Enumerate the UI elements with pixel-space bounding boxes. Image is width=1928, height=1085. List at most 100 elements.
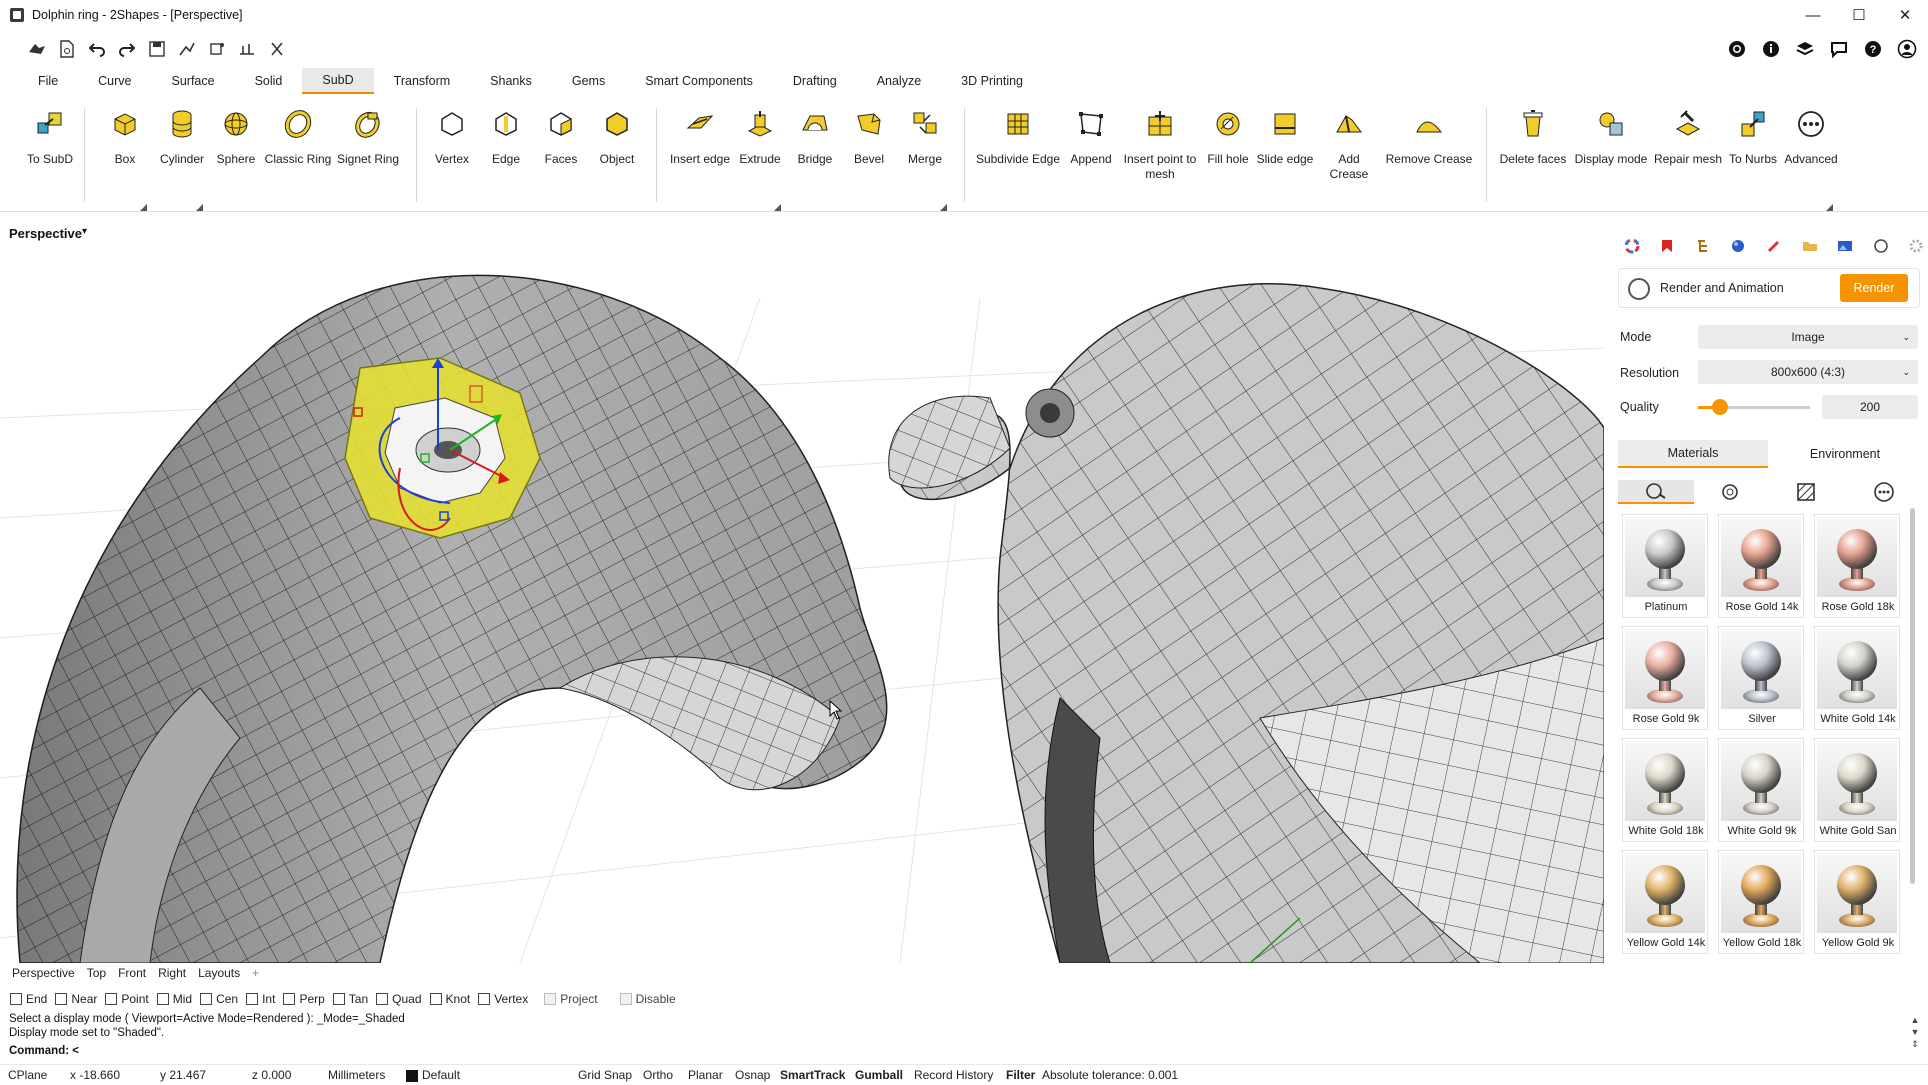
material-swatch[interactable]: Rose Gold 14k xyxy=(1718,514,1804,618)
redo-icon[interactable] xyxy=(112,34,142,64)
material-swatch[interactable]: Platinum xyxy=(1622,514,1708,618)
tab-materials[interactable]: Materials xyxy=(1618,440,1768,468)
render-circle-icon[interactable] xyxy=(1869,236,1893,256)
checkbox[interactable] xyxy=(246,993,259,1005)
material-swatch[interactable]: Yellow Gold 9k xyxy=(1814,850,1900,954)
cylinder-expand-icon[interactable] xyxy=(196,204,203,211)
tab-file[interactable]: File xyxy=(0,68,78,94)
tab-perspective[interactable]: Perspective xyxy=(6,966,81,980)
checkbox[interactable] xyxy=(544,993,557,1005)
smarttrack-toggle[interactable]: SmartTrack xyxy=(780,1068,845,1082)
texture-icon[interactable] xyxy=(1788,480,1824,504)
tab-right[interactable]: Right xyxy=(152,966,192,980)
osnap-vertex[interactable]: Vertex xyxy=(478,992,528,1006)
cylinder-button[interactable]: Cylinder xyxy=(154,106,210,206)
remove-crease-button[interactable]: Remove Crease xyxy=(1384,106,1474,206)
materials-scrollbar[interactable] xyxy=(1910,508,1915,884)
signet-ring-button[interactable]: Signet Ring xyxy=(334,106,402,206)
viewport-menu-arrow-icon[interactable]: ▾ xyxy=(82,226,87,237)
image-icon[interactable] xyxy=(1833,236,1857,256)
osnap-mid[interactable]: Mid xyxy=(156,992,192,1006)
new-icon[interactable] xyxy=(52,34,82,64)
osnap-cen[interactable]: Cen xyxy=(200,992,238,1006)
repair-mesh-button[interactable]: Repair mesh xyxy=(1652,106,1724,206)
extrude-expand-icon[interactable] xyxy=(774,204,781,211)
fill-hole-button[interactable]: Fill hole xyxy=(1202,106,1254,206)
mode-select[interactable]: Image ⌄ xyxy=(1698,325,1918,349)
save-icon[interactable] xyxy=(142,34,172,64)
gear-icon[interactable] xyxy=(1905,236,1928,256)
tab-environment[interactable]: Environment xyxy=(1770,440,1920,468)
merge-expand-icon[interactable] xyxy=(940,204,947,211)
planar-toggle[interactable]: Planar xyxy=(688,1068,723,1082)
viewport-canvas[interactable] xyxy=(0,218,1604,963)
material-swatch[interactable]: Rose Gold 18k xyxy=(1814,514,1900,618)
checkbox[interactable] xyxy=(429,993,442,1005)
gumball-toggle[interactable]: Gumball xyxy=(855,1068,903,1082)
checkbox[interactable] xyxy=(619,993,632,1005)
checkbox[interactable] xyxy=(55,993,68,1005)
material-swatch[interactable]: Yellow Gold 14k xyxy=(1622,850,1708,954)
record-icon[interactable] xyxy=(1722,34,1752,64)
tree-icon[interactable] xyxy=(1691,236,1715,256)
vertex-button[interactable]: Vertex xyxy=(428,106,476,206)
maximize-button[interactable]: ☐ xyxy=(1836,0,1882,30)
viewport-label[interactable]: Perspective xyxy=(9,226,82,241)
tab-gems[interactable]: Gems xyxy=(552,68,625,94)
open-icon[interactable] xyxy=(22,34,52,64)
osnap-quad[interactable]: Quad xyxy=(376,992,422,1006)
object-button[interactable]: Object xyxy=(590,106,644,206)
settings-icon[interactable] xyxy=(232,34,262,64)
options-icon[interactable] xyxy=(262,34,292,64)
sphere-material-icon[interactable] xyxy=(1727,236,1751,256)
advanced-expand-icon[interactable] xyxy=(1826,204,1833,211)
osnap-near[interactable]: Near xyxy=(55,992,97,1006)
layer-indicator[interactable]: Default xyxy=(422,1068,460,1082)
tab-drafting[interactable]: Drafting xyxy=(773,68,857,94)
help-icon[interactable]: ? xyxy=(1858,34,1888,64)
checkbox[interactable] xyxy=(200,993,213,1005)
bevel-button[interactable]: Bevel xyxy=(844,106,894,206)
osnap-int[interactable]: Int xyxy=(246,992,275,1006)
tab-analyze[interactable]: Analyze xyxy=(857,68,941,94)
grid-snap-toggle[interactable]: Grid Snap xyxy=(578,1068,632,1082)
box-button[interactable]: Box xyxy=(100,106,150,206)
to-subd-button[interactable]: To SubD xyxy=(22,106,78,206)
checkbox[interactable] xyxy=(478,993,491,1005)
tab-shanks[interactable]: Shanks xyxy=(470,68,552,94)
brush-icon[interactable] xyxy=(1762,236,1786,256)
chat-icon[interactable] xyxy=(1824,34,1854,64)
osnap-project[interactable]: Project xyxy=(544,992,598,1006)
tab-3d-printing[interactable]: 3D Printing xyxy=(941,68,1043,94)
classic-ring-button[interactable]: Classic Ring xyxy=(264,106,332,206)
osnap-knot[interactable]: Knot xyxy=(429,992,470,1006)
checkbox[interactable] xyxy=(376,993,389,1005)
sphere-button[interactable]: Sphere xyxy=(210,106,262,206)
material-swatch[interactable]: Silver xyxy=(1718,626,1804,730)
undo-icon[interactable] xyxy=(82,34,112,64)
tab-curve[interactable]: Curve xyxy=(78,68,151,94)
delete-faces-button[interactable]: Delete faces xyxy=(1496,106,1570,206)
material-swatch[interactable]: White Gold 18k xyxy=(1622,738,1708,842)
quality-input[interactable]: 200 xyxy=(1822,395,1918,419)
layers-icon[interactable] xyxy=(1790,34,1820,64)
material-swatch[interactable]: White Gold 14k xyxy=(1814,626,1900,730)
to-nurbs-button[interactable]: To Nurbs xyxy=(1726,106,1780,206)
osnap-disable[interactable]: Disable xyxy=(619,992,676,1006)
slide-edge-button[interactable]: Slide edge xyxy=(1256,106,1314,206)
tab-top[interactable]: Top xyxy=(81,966,112,980)
checkbox[interactable] xyxy=(283,993,296,1005)
command-scroll-arrows-icon[interactable]: ▲ ▼ ⇕ xyxy=(1908,1014,1922,1060)
ortho-toggle[interactable]: Ortho xyxy=(643,1068,673,1082)
viewport-perspective[interactable] xyxy=(0,218,1604,963)
faces-button[interactable]: Faces xyxy=(536,106,586,206)
osnap-point[interactable]: Point xyxy=(105,992,149,1006)
gem-material-icon[interactable] xyxy=(1712,480,1748,504)
minimize-button[interactable]: — xyxy=(1790,0,1836,30)
osnap-toggle[interactable]: Osnap xyxy=(735,1068,770,1082)
checkbox[interactable] xyxy=(105,993,118,1005)
units-indicator[interactable]: Millimeters xyxy=(328,1068,385,1082)
box-expand-icon[interactable] xyxy=(140,204,147,211)
osnap-perp[interactable]: Perp xyxy=(283,992,325,1006)
add-crease-button[interactable]: Add Crease xyxy=(1318,106,1380,206)
